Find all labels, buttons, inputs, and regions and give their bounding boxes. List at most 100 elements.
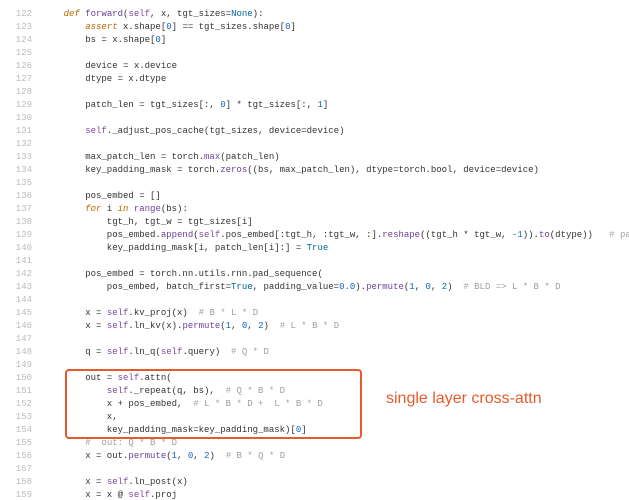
code-content: key_padding_mask = torch.zeros((bs, max_… <box>42 164 629 177</box>
code-content: x = self.kv_proj(x) # B * L * D <box>42 307 629 320</box>
code-content: pos_embed = [] <box>42 190 629 203</box>
code-line: 143 pos_embed, batch_first=True, padding… <box>0 281 629 294</box>
code-content: pos_embed = torch.nn.utils.rnn.pad_seque… <box>42 268 629 281</box>
code-line: 136 pos_embed = [] <box>0 190 629 203</box>
code-content <box>42 463 629 476</box>
line-number: 154 <box>0 424 42 437</box>
code-line: 123 assert x.shape[0] == tgt_sizes.shape… <box>0 21 629 34</box>
line-number: 156 <box>0 450 42 463</box>
line-number: 124 <box>0 34 42 47</box>
screenshot-root: 122 def forward(self, x, tgt_sizes=None)… <box>0 0 629 500</box>
code-line: 156 x = out.permute(1, 0, 2) # B * Q * D <box>0 450 629 463</box>
line-number: 158 <box>0 476 42 489</box>
line-number: 125 <box>0 47 42 60</box>
code-content: patch_len = tgt_sizes[:, 0] * tgt_sizes[… <box>42 99 629 112</box>
code-content: max_patch_len = torch.max(patch_len) <box>42 151 629 164</box>
code-content: self._adjust_pos_cache(tgt_sizes, device… <box>42 125 629 138</box>
line-number: 152 <box>0 398 42 411</box>
line-number: 148 <box>0 346 42 359</box>
code-content <box>42 112 629 125</box>
line-number: 159 <box>0 489 42 500</box>
code-line: 126 device = x.device <box>0 60 629 73</box>
line-number: 123 <box>0 21 42 34</box>
code-area: 122 def forward(self, x, tgt_sizes=None)… <box>0 0 629 500</box>
code-content: pos_embed.append(self.pos_embed[:tgt_h, … <box>42 229 629 242</box>
code-line: 141 <box>0 255 629 268</box>
code-line: 134 key_padding_mask = torch.zeros((bs, … <box>0 164 629 177</box>
line-number: 127 <box>0 73 42 86</box>
code-content: x = self.ln_kv(x).permute(1, 0, 2) # L *… <box>42 320 629 333</box>
line-number: 129 <box>0 99 42 112</box>
code-content: def forward(self, x, tgt_sizes=None): <box>42 8 629 21</box>
code-line: 124 bs = x.shape[0] <box>0 34 629 47</box>
code-content <box>42 333 629 346</box>
line-number: 132 <box>0 138 42 151</box>
code-line: 146 x = self.ln_kv(x).permute(1, 0, 2) #… <box>0 320 629 333</box>
code-content: bs = x.shape[0] <box>42 34 629 47</box>
code-content: device = x.device <box>42 60 629 73</box>
code-content <box>42 294 629 307</box>
code-content <box>42 359 629 372</box>
line-number: 143 <box>0 281 42 294</box>
code-line: 147 <box>0 333 629 346</box>
code-line: 158 x = self.ln_post(x) <box>0 476 629 489</box>
line-number: 151 <box>0 385 42 398</box>
code-line: 153 x, <box>0 411 629 424</box>
line-number: 130 <box>0 112 42 125</box>
line-number: 149 <box>0 359 42 372</box>
code-line: 139 pos_embed.append(self.pos_embed[:tgt… <box>0 229 629 242</box>
code-content: x = self.ln_post(x) <box>42 476 629 489</box>
code-content: tgt_h, tgt_w = tgt_sizes[i] <box>42 216 629 229</box>
code-content <box>42 86 629 99</box>
line-number: 153 <box>0 411 42 424</box>
code-content <box>42 177 629 190</box>
line-number: 140 <box>0 242 42 255</box>
line-number: 126 <box>0 60 42 73</box>
code-content: dtype = x.dtype <box>42 73 629 86</box>
code-line: 130 <box>0 112 629 125</box>
code-line: 129 patch_len = tgt_sizes[:, 0] * tgt_si… <box>0 99 629 112</box>
code-line: 157 <box>0 463 629 476</box>
code-line: 155 # out: Q * B * D <box>0 437 629 450</box>
line-number: 134 <box>0 164 42 177</box>
line-number: 145 <box>0 307 42 320</box>
line-number: 139 <box>0 229 42 242</box>
code-content: key_padding_mask[i, patch_len[i]:] = Tru… <box>42 242 629 255</box>
code-content: pos_embed, batch_first=True, padding_val… <box>42 281 629 294</box>
code-content <box>42 47 629 60</box>
code-line: 128 <box>0 86 629 99</box>
line-number: 150 <box>0 372 42 385</box>
line-number: 142 <box>0 268 42 281</box>
code-content <box>42 138 629 151</box>
line-number: 141 <box>0 255 42 268</box>
code-line: 149 <box>0 359 629 372</box>
annotation-label: single layer cross-attn <box>386 390 542 408</box>
code-line: 150 out = self.attn( <box>0 372 629 385</box>
code-content <box>42 255 629 268</box>
line-number: 137 <box>0 203 42 216</box>
code-content: out = self.attn( <box>42 372 629 385</box>
code-content: key_padding_mask=key_padding_mask)[0] <box>42 424 629 437</box>
line-number: 146 <box>0 320 42 333</box>
line-number: 133 <box>0 151 42 164</box>
code-line: 137 for i in range(bs): <box>0 203 629 216</box>
line-number: 138 <box>0 216 42 229</box>
line-number: 128 <box>0 86 42 99</box>
code-line: 122 def forward(self, x, tgt_sizes=None)… <box>0 8 629 21</box>
line-number: 147 <box>0 333 42 346</box>
code-line: 140 key_padding_mask[i, patch_len[i]:] =… <box>0 242 629 255</box>
code-content: q = self.ln_q(self.query) # Q * D <box>42 346 629 359</box>
code-line: 148 q = self.ln_q(self.query) # Q * D <box>0 346 629 359</box>
code-line: 135 <box>0 177 629 190</box>
line-number: 157 <box>0 463 42 476</box>
line-number: 144 <box>0 294 42 307</box>
code-line: 145 x = self.kv_proj(x) # B * L * D <box>0 307 629 320</box>
code-line: 125 <box>0 47 629 60</box>
code-content: x, <box>42 411 629 424</box>
line-number: 135 <box>0 177 42 190</box>
code-line: 154 key_padding_mask=key_padding_mask)[0… <box>0 424 629 437</box>
code-content: # out: Q * B * D <box>42 437 629 450</box>
code-line: 131 self._adjust_pos_cache(tgt_sizes, de… <box>0 125 629 138</box>
line-number: 155 <box>0 437 42 450</box>
code-content: for i in range(bs): <box>42 203 629 216</box>
